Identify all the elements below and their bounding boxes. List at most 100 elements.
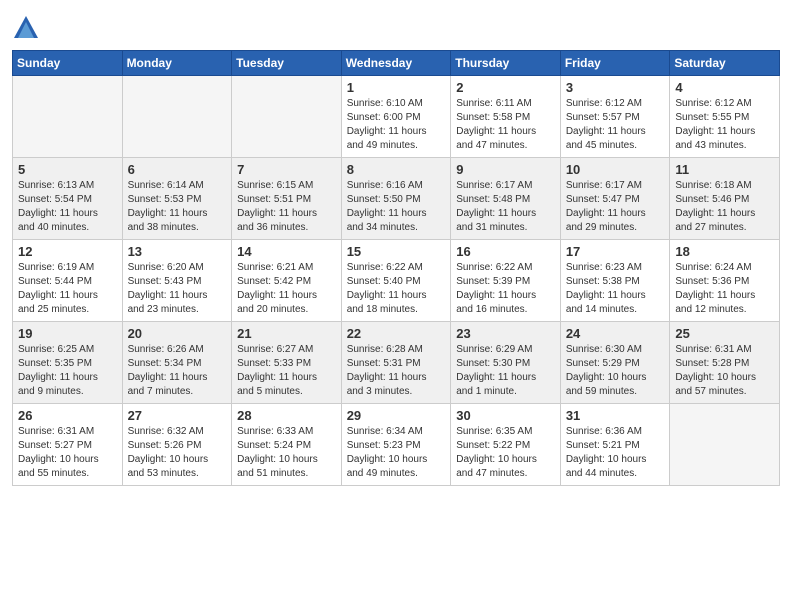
day-number: 2 <box>456 80 555 95</box>
calendar-day-cell: 10 Sunrise: 6:17 AM Sunset: 5:47 PM Dayli… <box>560 158 670 240</box>
day-info: Sunrise: 6:11 AM Sunset: 5:58 PM Dayligh… <box>456 97 555 153</box>
calendar-day-cell: 16 Sunrise: 6:22 AM Sunset: 5:39 PM Dayli… <box>451 240 561 322</box>
day-info: Sunrise: 6:16 AM Sunset: 5:50 PM Dayligh… <box>347 179 446 235</box>
day-info: Sunrise: 6:22 AM Sunset: 5:40 PM Dayligh… <box>347 261 446 317</box>
calendar-day-cell: 27 Sunrise: 6:32 AM Sunset: 5:26 PM Dayli… <box>122 404 232 486</box>
day-info: Sunrise: 6:15 AM Sunset: 5:51 PM Dayligh… <box>237 179 336 235</box>
day-info: Sunrise: 6:14 AM Sunset: 5:53 PM Dayligh… <box>128 179 227 235</box>
day-number: 15 <box>347 244 446 259</box>
logo <box>12 14 44 42</box>
day-info: Sunrise: 6:31 AM Sunset: 5:28 PM Dayligh… <box>675 343 774 399</box>
calendar-day-cell: 9 Sunrise: 6:17 AM Sunset: 5:48 PM Daylig… <box>451 158 561 240</box>
calendar-day-cell: 6 Sunrise: 6:14 AM Sunset: 5:53 PM Daylig… <box>122 158 232 240</box>
calendar-day-cell: 7Sunrise: 6:15 AM Sunset: 5:51 PM Daylig… <box>232 158 342 240</box>
calendar-week-row: 26Sunrise: 6:31 AM Sunset: 5:27 PM Dayli… <box>13 404 780 486</box>
day-info: Sunrise: 6:25 AM Sunset: 5:35 PM Dayligh… <box>18 343 117 399</box>
day-number: 24 <box>566 326 665 341</box>
calendar-day-cell <box>670 404 780 486</box>
calendar-day-cell <box>122 76 232 158</box>
day-info: Sunrise: 6:35 AM Sunset: 5:22 PM Dayligh… <box>456 425 555 481</box>
day-info: Sunrise: 6:12 AM Sunset: 5:55 PM Dayligh… <box>675 97 774 153</box>
calendar-week-row: 5 Sunrise: 6:13 AM Sunset: 5:54 PM Daylig… <box>13 158 780 240</box>
day-number: 21 <box>237 326 336 341</box>
calendar-table: SundayMondayTuesdayWednesdayThursdayFrid… <box>12 50 780 486</box>
day-number: 11 <box>675 162 774 177</box>
calendar-day-cell: 31 Sunrise: 6:36 AM Sunset: 5:21 PM Dayli… <box>560 404 670 486</box>
calendar-day-cell: 5 Sunrise: 6:13 AM Sunset: 5:54 PM Daylig… <box>13 158 123 240</box>
calendar-day-cell: 23 Sunrise: 6:29 AM Sunset: 5:30 PM Dayli… <box>451 322 561 404</box>
calendar-day-cell: 4 Sunrise: 6:12 AM Sunset: 5:55 PM Daylig… <box>670 76 780 158</box>
calendar-day-header: Monday <box>122 51 232 76</box>
day-info: Sunrise: 6:36 AM Sunset: 5:21 PM Dayligh… <box>566 425 665 481</box>
day-number: 25 <box>675 326 774 341</box>
day-info: Sunrise: 6:12 AM Sunset: 5:57 PM Dayligh… <box>566 97 665 153</box>
calendar-day-cell: 11 Sunrise: 6:18 AM Sunset: 5:46 PM Dayli… <box>670 158 780 240</box>
header <box>12 10 780 42</box>
day-number: 12 <box>18 244 117 259</box>
calendar-day-cell: 18 Sunrise: 6:24 AM Sunset: 5:36 PM Dayli… <box>670 240 780 322</box>
calendar-day-header: Wednesday <box>341 51 451 76</box>
calendar-day-cell: 17Sunrise: 6:23 AM Sunset: 5:38 PM Dayli… <box>560 240 670 322</box>
calendar-day-cell <box>13 76 123 158</box>
calendar-day-cell: 21 Sunrise: 6:27 AM Sunset: 5:33 PM Dayli… <box>232 322 342 404</box>
day-number: 4 <box>675 80 774 95</box>
calendar-day-header: Thursday <box>451 51 561 76</box>
calendar-day-cell: 3Sunrise: 6:12 AM Sunset: 5:57 PM Daylig… <box>560 76 670 158</box>
logo-icon <box>12 14 40 42</box>
calendar-day-cell: 20Sunrise: 6:26 AM Sunset: 5:34 PM Dayli… <box>122 322 232 404</box>
day-number: 20 <box>128 326 227 341</box>
calendar-header-row: SundayMondayTuesdayWednesdayThursdayFrid… <box>13 51 780 76</box>
calendar-day-cell <box>232 76 342 158</box>
day-number: 13 <box>128 244 227 259</box>
calendar-day-cell: 29 Sunrise: 6:34 AM Sunset: 5:23 PM Dayli… <box>341 404 451 486</box>
calendar-week-row: 12 Sunrise: 6:19 AM Sunset: 5:44 PM Dayli… <box>13 240 780 322</box>
calendar-day-cell: 14 Sunrise: 6:21 AM Sunset: 5:42 PM Dayli… <box>232 240 342 322</box>
day-info: Sunrise: 6:13 AM Sunset: 5:54 PM Dayligh… <box>18 179 117 235</box>
calendar-day-cell: 13 Sunrise: 6:20 AM Sunset: 5:43 PM Dayli… <box>122 240 232 322</box>
calendar-week-row: 1Sunrise: 6:10 AM Sunset: 6:00 PM Daylig… <box>13 76 780 158</box>
day-number: 14 <box>237 244 336 259</box>
day-info: Sunrise: 6:21 AM Sunset: 5:42 PM Dayligh… <box>237 261 336 317</box>
day-info: Sunrise: 6:20 AM Sunset: 5:43 PM Dayligh… <box>128 261 227 317</box>
day-number: 1 <box>347 80 446 95</box>
calendar-day-cell: 12 Sunrise: 6:19 AM Sunset: 5:44 PM Dayli… <box>13 240 123 322</box>
calendar-day-cell: 28Sunrise: 6:33 AM Sunset: 5:24 PM Dayli… <box>232 404 342 486</box>
day-number: 19 <box>18 326 117 341</box>
day-number: 6 <box>128 162 227 177</box>
day-info: Sunrise: 6:18 AM Sunset: 5:46 PM Dayligh… <box>675 179 774 235</box>
day-number: 8 <box>347 162 446 177</box>
day-number: 29 <box>347 408 446 423</box>
day-number: 31 <box>566 408 665 423</box>
day-info: Sunrise: 6:33 AM Sunset: 5:24 PM Dayligh… <box>237 425 336 481</box>
day-number: 30 <box>456 408 555 423</box>
day-info: Sunrise: 6:17 AM Sunset: 5:47 PM Dayligh… <box>566 179 665 235</box>
day-info: Sunrise: 6:22 AM Sunset: 5:39 PM Dayligh… <box>456 261 555 317</box>
day-number: 10 <box>566 162 665 177</box>
calendar-day-cell: 1Sunrise: 6:10 AM Sunset: 6:00 PM Daylig… <box>341 76 451 158</box>
calendar-day-header: Saturday <box>670 51 780 76</box>
day-number: 16 <box>456 244 555 259</box>
day-info: Sunrise: 6:32 AM Sunset: 5:26 PM Dayligh… <box>128 425 227 481</box>
day-info: Sunrise: 6:17 AM Sunset: 5:48 PM Dayligh… <box>456 179 555 235</box>
day-info: Sunrise: 6:27 AM Sunset: 5:33 PM Dayligh… <box>237 343 336 399</box>
day-number: 27 <box>128 408 227 423</box>
day-info: Sunrise: 6:34 AM Sunset: 5:23 PM Dayligh… <box>347 425 446 481</box>
calendar-day-cell: 15 Sunrise: 6:22 AM Sunset: 5:40 PM Dayli… <box>341 240 451 322</box>
calendar-day-cell: 26Sunrise: 6:31 AM Sunset: 5:27 PM Dayli… <box>13 404 123 486</box>
calendar-day-cell: 2 Sunrise: 6:11 AM Sunset: 5:58 PM Daylig… <box>451 76 561 158</box>
day-number: 9 <box>456 162 555 177</box>
day-number: 5 <box>18 162 117 177</box>
day-info: Sunrise: 6:24 AM Sunset: 5:36 PM Dayligh… <box>675 261 774 317</box>
day-number: 23 <box>456 326 555 341</box>
main-container: SundayMondayTuesdayWednesdayThursdayFrid… <box>0 0 792 494</box>
calendar-day-cell: 25 Sunrise: 6:31 AM Sunset: 5:28 PM Dayli… <box>670 322 780 404</box>
day-info: Sunrise: 6:19 AM Sunset: 5:44 PM Dayligh… <box>18 261 117 317</box>
day-number: 18 <box>675 244 774 259</box>
day-info: Sunrise: 6:31 AM Sunset: 5:27 PM Dayligh… <box>18 425 117 481</box>
calendar-day-cell: 22Sunrise: 6:28 AM Sunset: 5:31 PM Dayli… <box>341 322 451 404</box>
calendar-day-header: Sunday <box>13 51 123 76</box>
calendar-day-header: Tuesday <box>232 51 342 76</box>
calendar-day-header: Friday <box>560 51 670 76</box>
day-info: Sunrise: 6:29 AM Sunset: 5:30 PM Dayligh… <box>456 343 555 399</box>
day-info: Sunrise: 6:28 AM Sunset: 5:31 PM Dayligh… <box>347 343 446 399</box>
